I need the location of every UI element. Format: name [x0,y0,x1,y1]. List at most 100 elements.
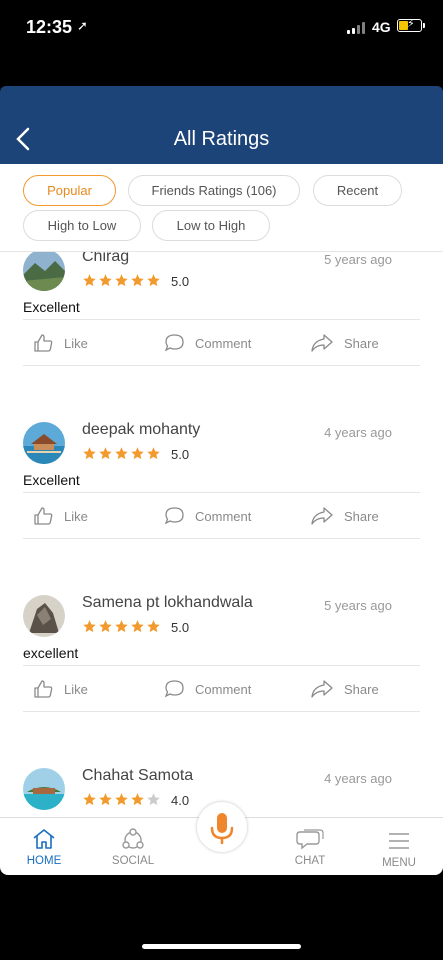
star-icon [131,274,144,287]
filter-friends-ratings[interactable]: Friends Ratings (106) [128,175,300,206]
nav-chat[interactable]: CHAT [280,818,340,876]
review-text: excellent [23,645,79,661]
review-time: 5 years ago [324,252,392,267]
like-button[interactable]: Like [33,323,88,363]
divider [23,538,420,539]
star-icon [83,274,96,287]
signal-icon [347,22,367,34]
share-label: Share [344,335,379,351]
filter-recent[interactable]: Recent [313,175,402,206]
divider [23,711,420,712]
avatar[interactable] [23,595,65,637]
comment-icon [164,334,184,352]
star-icon [131,793,144,806]
chat-icon [296,829,324,850]
status-bar: 12:35 ➚ 4G ⚡ [0,0,443,56]
review-text: Excellent [23,472,80,488]
filter-popular[interactable]: Popular [23,175,116,206]
star-rating [82,273,162,289]
social-icon [122,828,144,849]
star-icon [115,447,128,460]
rating-value: 5.0 [171,274,190,289]
star-icon [99,274,112,287]
star-icon [99,447,112,460]
star-icon [99,793,112,806]
network-type: 4G [372,19,391,35]
comment-icon [164,507,184,525]
like-button[interactable]: Like [33,496,88,536]
share-button[interactable]: Share [310,669,379,709]
star-icon [115,620,128,633]
status-time: 12:35 [26,17,73,37]
share-arrow-icon [311,507,333,525]
star-icon [99,620,112,633]
share-button[interactable]: Share [310,323,379,363]
nav-home[interactable]: HOME [14,818,74,876]
reviews-list[interactable]: Chirag 5 years ago 5.0 Excellent Like Comment… [0,252,443,817]
thumbs-up-icon [34,680,53,698]
star-icon [115,793,128,806]
filter-low-to-high[interactable]: Low to High [152,210,270,241]
thumbs-up-icon [34,334,53,352]
reviewer-name[interactable]: Samena pt lokhandwala [82,594,253,612]
battery-icon: ⚡ [397,18,422,32]
location-arrow-icon: ➚ [77,18,88,33]
share-arrow-icon [311,680,333,698]
divider [23,492,420,493]
app-header: All Ratings [0,86,443,164]
star-icon [83,447,96,460]
review-text: Excellent [23,299,80,315]
star-icon [147,793,160,806]
nav-social[interactable]: SOCIAL [103,818,163,876]
voice-mic-button[interactable] [197,802,247,852]
review-item: Samena pt lokhandwala 5 years ago 5.0 excel… [0,588,443,761]
like-label: Like [64,508,88,524]
review-time: 5 years ago [324,598,392,613]
divider [23,365,420,366]
star-rating [82,619,162,635]
comment-button[interactable]: Comment [164,323,251,363]
review-item: Chirag 5 years ago 5.0 Excellent Like Comment… [0,252,443,415]
nav-menu[interactable]: MENU [369,818,429,876]
comment-button[interactable]: Comment [164,669,251,709]
rating-value: 5.0 [171,620,190,635]
star-icon [147,620,160,633]
rating-value: 5.0 [171,447,190,462]
share-label: Share [344,681,379,697]
filter-high-to-low[interactable]: High to Low [23,210,141,241]
like-label: Like [64,681,88,697]
star-icon [147,274,160,287]
star-icon [115,274,128,287]
thumbs-up-icon [34,507,53,525]
star-icon [131,620,144,633]
comment-label: Comment [195,508,252,524]
like-button[interactable]: Like [33,669,88,709]
share-arrow-icon [311,334,333,352]
avatar[interactable] [23,422,65,464]
divider [23,319,420,320]
page-title: All Ratings [173,128,270,150]
hamburger-menu-icon [389,833,409,849]
star-rating [82,446,162,462]
comment-label: Comment [195,681,252,697]
comment-button[interactable]: Comment [164,496,251,536]
reviewer-name[interactable]: Chirag [82,252,129,266]
reviewer-name[interactable]: Chahat Samota [82,767,193,785]
star-icon [83,620,96,633]
review-time: 4 years ago [324,771,392,786]
divider [23,665,420,666]
share-button[interactable]: Share [310,496,379,536]
nav-menu-label: MENU [382,857,416,869]
reviewer-name[interactable]: deepak mohanty [82,421,200,439]
comment-label: Comment [195,335,252,351]
microphone-icon [210,813,234,845]
avatar[interactable] [23,768,65,810]
avatar[interactable] [23,252,65,291]
like-label: Like [64,335,88,351]
share-label: Share [344,508,379,524]
nav-home-label: HOME [26,855,62,867]
star-rating [82,792,162,808]
comment-icon [164,680,184,698]
nav-social-label: SOCIAL [111,855,155,867]
review-item: deepak mohanty 4 years ago 5.0 Excellent Lik… [0,415,443,588]
